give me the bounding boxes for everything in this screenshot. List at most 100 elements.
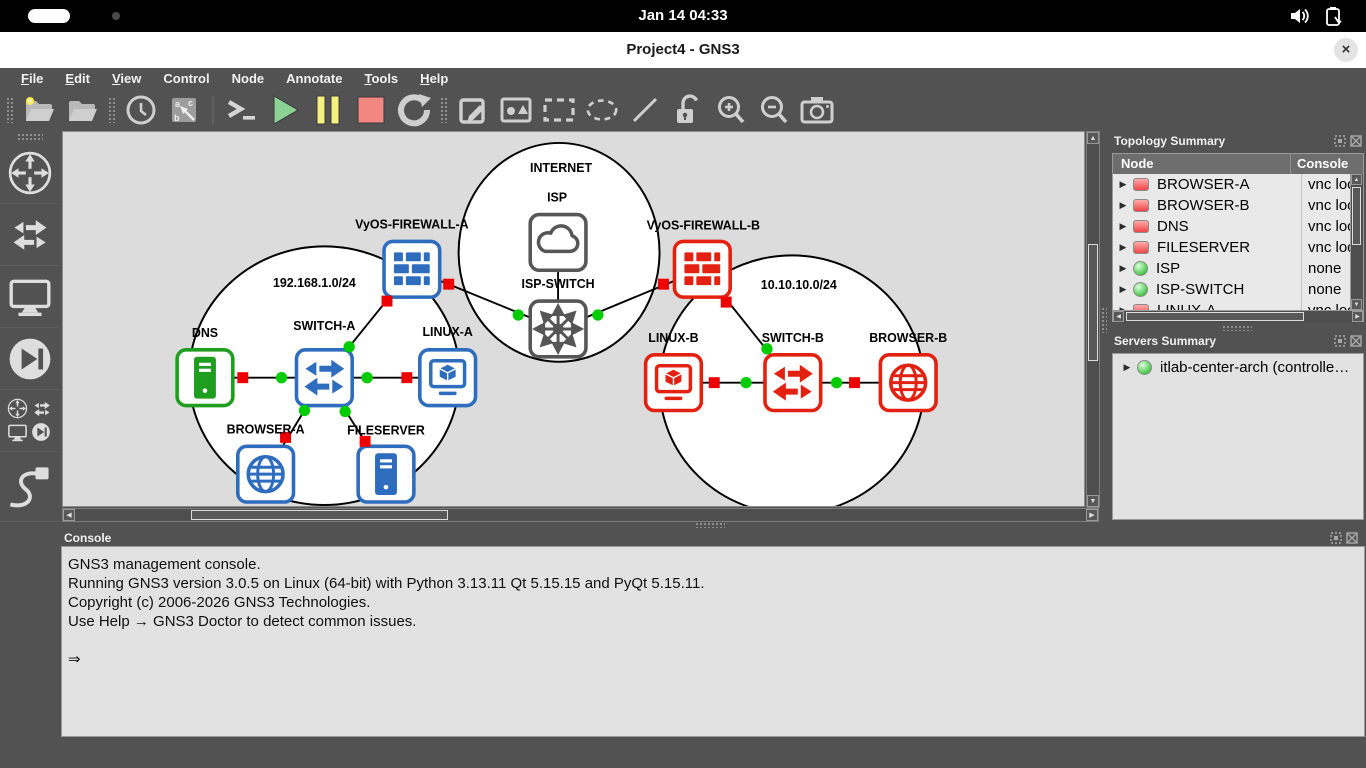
table-vertical-scrollbar[interactable]: ▲ ▼ <box>1350 174 1363 310</box>
zoom-in-button[interactable] <box>714 93 748 127</box>
toolbar-drag-handle[interactable] <box>440 97 447 123</box>
toolbar-drag-handle[interactable] <box>108 97 115 123</box>
add-note-button[interactable] <box>456 93 490 127</box>
close-panel-icon[interactable] <box>1346 532 1358 544</box>
node-dns[interactable] <box>177 350 233 406</box>
draw-rectangle-button[interactable] <box>542 93 576 127</box>
server-row[interactable]: ▶ itlab-center-arch (controlle… <box>1113 359 1363 376</box>
interface-labels-button[interactable]: a c b <box>167 93 201 127</box>
toolbar-drag-handle[interactable] <box>6 97 13 123</box>
node-vyos-firewall-a[interactable] <box>384 241 440 297</box>
topology-canvas[interactable]: INTERNET ISP ISP-SWITCH VyOS-FIREWALL-A … <box>62 131 1085 507</box>
scroll-down-arrow[interactable]: ▼ <box>1351 299 1362 310</box>
zoom-out-button[interactable] <box>757 93 791 127</box>
switches-category-button[interactable] <box>0 204 60 266</box>
start-all-button[interactable] <box>268 93 302 127</box>
menu-view[interactable]: View <box>101 68 152 90</box>
scroll-left-arrow[interactable]: ◀ <box>1113 311 1124 322</box>
menu-edit[interactable]: Edit <box>54 68 101 90</box>
security-devices-category-button[interactable] <box>0 328 60 390</box>
menu-tools[interactable]: Tools <box>353 68 409 90</box>
draw-line-button[interactable] <box>628 93 662 127</box>
open-folder-button[interactable] <box>65 93 99 127</box>
suspend-all-button[interactable] <box>311 93 345 127</box>
node-isp-switch[interactable] <box>530 301 586 357</box>
table-row[interactable]: ▶ FILESERVER vnc local <box>1113 237 1363 258</box>
menu-file[interactable]: File <box>10 68 54 90</box>
reload-all-button[interactable] <box>397 93 431 127</box>
open-project-button[interactable] <box>22 93 56 127</box>
table-row[interactable]: ▶ ISP none <box>1113 258 1363 279</box>
node-browser-b[interactable] <box>880 355 936 411</box>
table-row[interactable]: ▶ LINUX-A vnc local <box>1113 300 1363 310</box>
float-panel-icon[interactable] <box>1334 135 1346 147</box>
table-row[interactable]: ▶ DNS vnc local <box>1113 216 1363 237</box>
float-panel-icon[interactable] <box>1334 335 1346 347</box>
node-switch-a[interactable] <box>296 350 352 406</box>
table-hscroll-thumb[interactable] <box>1126 312 1304 321</box>
expand-arrow-icon[interactable]: ▶ <box>1113 221 1133 232</box>
topology-summary-table: Node Console ▶ BROWSER-A vnc local ▶ BRO… <box>1112 153 1364 322</box>
node-linux-a[interactable] <box>420 350 476 406</box>
console-line: Copyright (c) 2006-2026 GNS3 Technologie… <box>68 593 1364 612</box>
expand-arrow-icon[interactable]: ▶ <box>1113 179 1133 190</box>
snapshot-clock-button[interactable] <box>124 93 158 127</box>
menu-node[interactable]: Node <box>221 68 276 90</box>
expand-arrow-icon[interactable]: ▶ <box>1113 200 1133 211</box>
console-all-button[interactable] <box>225 93 259 127</box>
node-fileserver[interactable] <box>358 446 414 502</box>
routers-category-button[interactable] <box>0 142 60 204</box>
table-header-row: Node Console <box>1113 154 1363 174</box>
status-led <box>1133 261 1148 276</box>
table-row[interactable]: ▶ ISP-SWITCH none <box>1113 279 1363 300</box>
menu-control[interactable]: Control <box>152 68 220 90</box>
end-devices-category-button[interactable] <box>0 266 60 328</box>
draw-ellipse-button[interactable] <box>585 93 619 127</box>
all-devices-category-button[interactable] <box>0 390 60 452</box>
add-link-button[interactable] <box>0 452 60 522</box>
node-switch-b[interactable] <box>765 355 821 411</box>
float-panel-icon[interactable] <box>1330 532 1342 544</box>
insert-image-button[interactable] <box>499 93 533 127</box>
table-row[interactable]: ▶ BROWSER-A vnc local <box>1113 174 1363 195</box>
console-output[interactable]: GNS3 management console. Running GNS3 ve… <box>61 546 1365 737</box>
scroll-right-arrow[interactable]: ▶ <box>1352 311 1363 322</box>
close-panel-icon[interactable] <box>1350 335 1362 347</box>
node-label-switch-b: SWITCH-B <box>762 331 824 345</box>
dock-splitter-handle[interactable] <box>1101 307 1107 333</box>
table-row[interactable]: ▶ BROWSER-B vnc local <box>1113 195 1363 216</box>
scroll-up-arrow[interactable]: ▲ <box>1351 174 1362 185</box>
table-vscroll-thumb[interactable] <box>1352 187 1361 245</box>
lock-unlocked-button[interactable] <box>671 93 705 127</box>
sidebar-drag-handle[interactable] <box>17 133 43 140</box>
scroll-down-arrow[interactable]: ▼ <box>1087 495 1099 507</box>
node-browser-a[interactable] <box>238 446 294 502</box>
node-linux-b[interactable] <box>646 355 702 411</box>
table-horizontal-scrollbar[interactable]: ◀ ▶ <box>1113 310 1363 323</box>
expand-arrow-icon[interactable]: ▶ <box>1113 263 1133 274</box>
column-header-node[interactable]: Node <box>1113 154 1291 174</box>
screenshot-camera-button[interactable] <box>800 93 834 127</box>
menu-annotate[interactable]: Annotate <box>275 68 353 90</box>
canvas-vscroll-thumb[interactable] <box>1088 244 1098 361</box>
scroll-right-arrow[interactable]: ▶ <box>1086 509 1098 521</box>
node-name: LINUX-A <box>1157 302 1287 310</box>
battery-icon <box>1322 5 1344 27</box>
expand-arrow-icon[interactable]: ▶ <box>1113 242 1133 253</box>
node-isp[interactable] <box>530 215 586 271</box>
scroll-up-arrow[interactable]: ▲ <box>1087 132 1099 144</box>
canvas-hscroll-thumb[interactable] <box>191 510 448 520</box>
node-vyos-firewall-b[interactable] <box>674 241 730 297</box>
column-header-console[interactable]: Console <box>1291 154 1363 174</box>
canvas-vertical-scrollbar[interactable]: ▲ ▼ <box>1086 131 1100 508</box>
expand-arrow-icon[interactable]: ▶ <box>1113 284 1133 295</box>
main-toolbar: a c b <box>0 90 1366 130</box>
window-close-button[interactable]: × <box>1334 38 1358 62</box>
menu-help[interactable]: Help <box>409 68 459 90</box>
stop-all-button[interactable] <box>354 93 388 127</box>
switch-icon <box>7 212 53 258</box>
scroll-left-arrow[interactable]: ◀ <box>63 509 75 521</box>
close-panel-icon[interactable] <box>1350 135 1362 147</box>
expand-arrow-icon[interactable]: ▶ <box>1117 362 1137 373</box>
canvas-horizontal-scrollbar[interactable]: ◀ ▶ <box>62 508 1099 522</box>
